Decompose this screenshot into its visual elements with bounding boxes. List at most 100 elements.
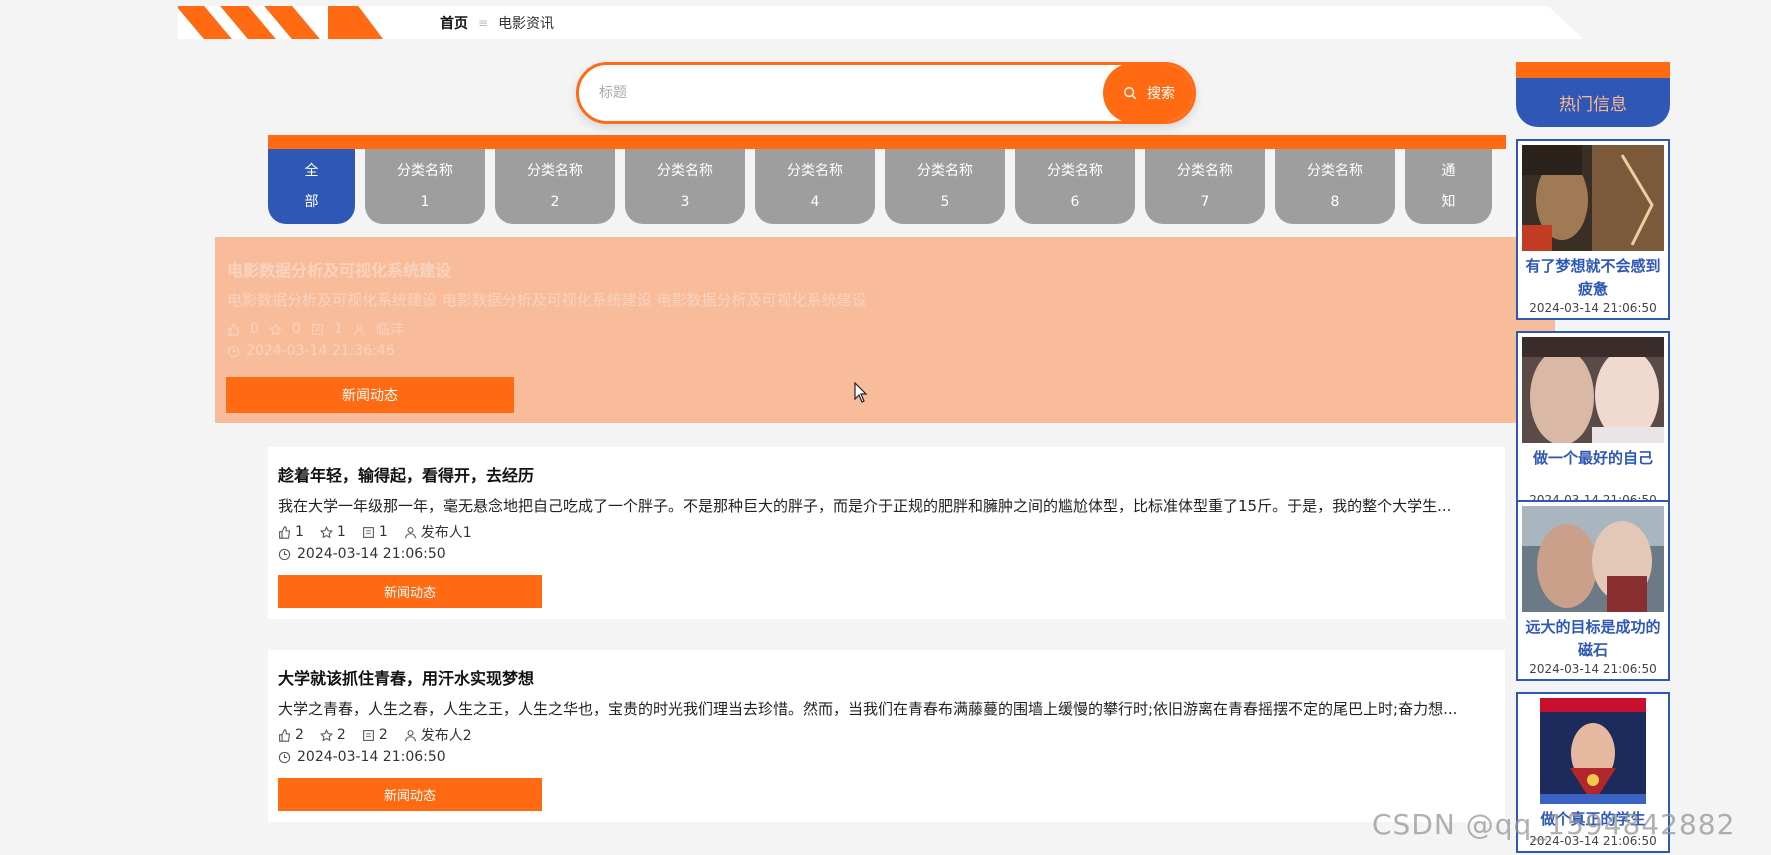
clock-icon [227, 345, 240, 357]
like-icon [228, 322, 239, 336]
news-time: 2024-03-14 21:06:50 [278, 749, 446, 765]
news-card[interactable]: 大学就该抓住青春，用汗水实现梦想 大学之青春，人生之春，人生之王，人生之华也，宝… [268, 650, 1505, 822]
tab-label: 2 [550, 194, 560, 211]
tab-label: 1 [420, 194, 430, 211]
breadcrumb-home[interactable]: 首页 [440, 13, 468, 33]
tab-label: 8 [1330, 194, 1340, 211]
hot-info-item[interactable]: 有了梦想就不会感到疲惫 2024-03-14 21:06:50 [1516, 139, 1670, 320]
news-timestamp: 2024-03-14 21:36:46 [246, 343, 395, 359]
like-count: 0 [250, 321, 259, 337]
news-meta: 2 2 2 发布人2 [278, 725, 472, 745]
tab-notice[interactable]: 通 知 [1405, 149, 1492, 224]
author-name: 临沣 [375, 322, 404, 338]
search-button-label: 搜索 [1147, 86, 1175, 102]
category-bar-line [268, 135, 1506, 149]
topbar-background [178, 6, 1583, 39]
breadcrumb: 首页 ≡ 电影资讯 [440, 6, 554, 39]
news-timestamp: 2024-03-14 21:06:50 [297, 749, 446, 765]
tab-category-6[interactable]: 分类名称 6 [1015, 149, 1135, 224]
comment-icon [362, 729, 374, 741]
news-time: 2024-03-14 21:06:50 [278, 546, 446, 562]
mouse-cursor-icon [854, 382, 868, 403]
hot-info-title[interactable]: 有了梦想就不会感到疲惫 [1522, 255, 1664, 301]
hot-info-image[interactable] [1540, 698, 1646, 804]
news-title[interactable]: 电影数据分析及可视化系统建设 [227, 257, 451, 281]
top-breadcrumb-bar: 首页 ≡ 电影资讯 [178, 6, 1583, 39]
tab-label: 分类名称 [527, 162, 583, 179]
tab-category-4[interactable]: 分类名称 4 [755, 149, 875, 224]
hot-info-image[interactable] [1522, 506, 1664, 612]
news-description: 我在大学一年级那一年，毫无悬念地把自己吃成了一个胖子。不是那种巨大的胖子，而是介… [278, 497, 1452, 515]
category-tabs: 全 部 分类名称 1 分类名称 2 分类名称 3 分类名称 4 分类名称 5 分… [268, 149, 1502, 224]
news-title[interactable]: 大学就该抓住青春，用汗水实现梦想 [278, 665, 534, 689]
hot-info-item[interactable]: 远大的目标是成功的磁石 2024-03-14 21:06:50 [1516, 500, 1670, 681]
search-input[interactable] [599, 65, 1049, 121]
tab-category-1[interactable]: 分类名称 1 [365, 149, 485, 224]
tab-label: 分类名称 [1177, 162, 1233, 179]
tab-label: 分类名称 [397, 162, 453, 179]
like-count: 2 [295, 727, 304, 743]
search-button[interactable]: 搜索 [1103, 65, 1193, 121]
star-icon [319, 728, 333, 741]
hot-info-title[interactable]: 远大的目标是成功的磁石 [1522, 616, 1664, 662]
hot-info-header: 热门信息 [1516, 62, 1670, 127]
tab-label: 6 [1070, 194, 1080, 211]
tab-label: 分类名称 [1307, 162, 1363, 179]
news-time: 2024-03-14 21:36:46 [227, 343, 395, 359]
csdn-watermark: CSDN @qq_1594842882 [1372, 808, 1736, 841]
collect-count: 2 [336, 727, 346, 743]
tab-category-3[interactable]: 分类名称 3 [625, 149, 745, 224]
news-category-button[interactable]: 新闻动态 [226, 377, 514, 413]
hot-info-time: 2024-03-14 21:06:50 [1529, 301, 1657, 315]
clock-icon [278, 548, 291, 560]
tab-label: 5 [940, 194, 950, 211]
star-icon [319, 525, 333, 538]
news-description: 大学之青春，人生之春，人生之王，人生之华也，宝贵的时光我们理当去珍惜。然而，当我… [278, 700, 1458, 718]
news-category-button[interactable]: 新闻动态 [278, 778, 542, 811]
news-description: 电影数据分析及可视化系统建设 电影数据分析及可视化系统建设 电影数据分析及可视化… [227, 291, 867, 309]
like-icon [279, 525, 290, 539]
like-icon [279, 728, 290, 742]
collect-count: 1 [336, 524, 346, 540]
hot-info-title[interactable]: 做一个最好的自己 [1522, 447, 1664, 470]
hot-info-item[interactable]: 做一个最好的自己 2024-03-14 21:06:50 [1516, 331, 1670, 512]
star-icon [268, 322, 282, 335]
stripe [328, 6, 383, 39]
collect-count: 0 [291, 321, 301, 337]
user-icon [404, 526, 416, 538]
news-card[interactable]: 趁着年轻，输得起，看得开，去经历 我在大学一年级那一年，毫无悬念地把自己吃成了一… [268, 447, 1505, 619]
hot-info-image[interactable] [1522, 145, 1664, 251]
tab-category-7[interactable]: 分类名称 7 [1145, 149, 1265, 224]
tab-label: 分类名称 [657, 162, 713, 179]
comment-count: 2 [378, 727, 388, 743]
search-bar: 搜索 [576, 62, 1196, 124]
news-timestamp: 2024-03-14 21:06:50 [297, 546, 446, 562]
tab-label: 分类名称 [787, 162, 843, 179]
tab-category-2[interactable]: 分类名称 2 [495, 149, 615, 224]
news-meta: 0 0 1 临沣 [227, 319, 404, 339]
news-category-button[interactable]: 新闻动态 [278, 575, 542, 608]
tab-label: 3 [680, 194, 690, 211]
comment-count: 1 [333, 321, 343, 337]
tab-category-5[interactable]: 分类名称 5 [885, 149, 1005, 224]
breadcrumb-current: 电影资讯 [498, 15, 555, 32]
hot-info-image[interactable] [1522, 337, 1664, 443]
tab-label: 分类名称 [917, 162, 973, 179]
user-icon [404, 729, 416, 741]
search-icon [1124, 87, 1137, 100]
tab-label: 7 [1200, 194, 1210, 211]
decorative-stripes [178, 6, 383, 39]
tab-all[interactable]: 全 部 [268, 149, 355, 224]
tab-label: 分类名称 [1047, 162, 1103, 179]
tab-label: 部 [304, 194, 319, 211]
clock-icon [278, 751, 291, 763]
featured-news-item[interactable]: 电影数据分析及可视化系统建设 电影数据分析及可视化系统建设 电影数据分析及可视化… [215, 237, 1555, 423]
breadcrumb-separator: ≡ [478, 15, 489, 30]
tab-category-8[interactable]: 分类名称 8 [1275, 149, 1395, 224]
news-title[interactable]: 趁着年轻，输得起，看得开，去经历 [278, 462, 534, 486]
tab-label: 全 [304, 162, 319, 179]
author-name: 发布人1 [420, 525, 472, 541]
comment-icon [362, 526, 374, 538]
like-count: 1 [295, 524, 304, 540]
tab-label: 知 [1441, 194, 1456, 211]
